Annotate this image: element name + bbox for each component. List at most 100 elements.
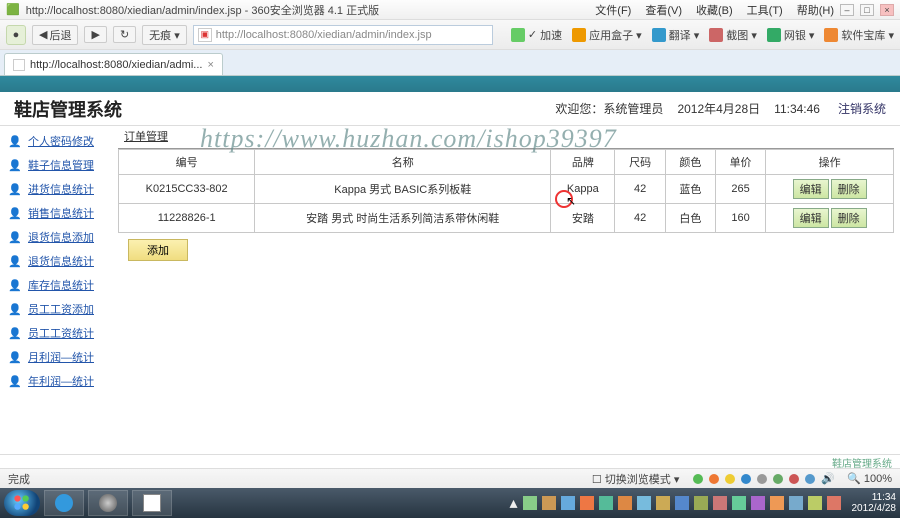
column-header: 品牌 <box>551 150 615 175</box>
sidebar-item-icon: 👤 <box>6 324 24 342</box>
window-close[interactable]: × <box>880 4 894 16</box>
time-text: 11:34:46 <box>774 102 820 116</box>
sidebar-item-2[interactable]: 👤进货信息统计 <box>6 178 118 200</box>
window-restore[interactable]: □ <box>860 4 874 16</box>
tray-arrow-icon[interactable]: ▴ <box>509 493 517 513</box>
forward-button[interactable]: ▶ <box>84 26 106 43</box>
sidebar-item-icon: 👤 <box>6 156 24 174</box>
translate-link[interactable]: 翻译 ▾ <box>652 27 700 43</box>
appbox-link[interactable]: 应用盒子 ▾ <box>572 27 642 43</box>
softstore-icon <box>824 28 838 42</box>
address-bar[interactable]: ▣ http://localhost:8080/xiedian/admin/in… <box>193 25 493 45</box>
jiasu-link[interactable]: ✓加速 <box>511 27 562 43</box>
welcome-text: 欢迎您：系统管理员 <box>555 100 663 117</box>
taskbar-app-1[interactable] <box>44 490 84 516</box>
cell-brand: 安踏 <box>551 204 615 233</box>
menu-view[interactable]: 查看(V) <box>645 2 682 18</box>
sidebar-item-label: 员工工资统计 <box>28 325 94 341</box>
add-button[interactable]: 添加 <box>128 239 188 261</box>
sidebar-item-3[interactable]: 👤销售信息统计 <box>6 202 118 224</box>
sidebar-item-0[interactable]: 👤个人密码修改 <box>6 130 118 152</box>
status-icon-5[interactable] <box>757 474 767 484</box>
mode-dropdown[interactable]: 无痕 ▾ <box>142 25 187 45</box>
sidebar: 👤个人密码修改👤鞋子信息管理👤进货信息统计👤销售信息统计👤退货信息添加👤退货信息… <box>0 126 118 454</box>
softstore-link[interactable]: 软件宝库 ▾ <box>824 27 894 43</box>
sidebar-item-4[interactable]: 👤退货信息添加 <box>6 226 118 248</box>
status-mode-toggle[interactable]: ☐ 切换浏览模式 ▾ <box>592 471 680 487</box>
netbank-link[interactable]: 网银 ▾ <box>767 27 815 43</box>
status-done: 完成 <box>8 471 30 487</box>
tab-active[interactable]: http://localhost:8080/xiedian/admi... × <box>4 53 223 75</box>
column-header: 颜色 <box>665 150 715 175</box>
cell-color: 蓝色 <box>665 175 715 204</box>
sidebar-item-1[interactable]: 👤鞋子信息管理 <box>6 154 118 176</box>
sidebar-item-icon: 👤 <box>6 180 24 198</box>
start-button[interactable] <box>4 490 40 516</box>
status-icon-1[interactable] <box>693 474 703 484</box>
tab-strip: http://localhost:8080/xiedian/admi... × <box>0 50 900 76</box>
status-icon-2[interactable] <box>709 474 719 484</box>
sidebar-item-icon: 👤 <box>6 276 24 294</box>
panel-title: 订单管理 <box>118 126 894 149</box>
appbox-icon <box>572 28 586 42</box>
sidebar-item-label: 销售信息统计 <box>28 205 94 221</box>
sidebar-item-5[interactable]: 👤退货信息统计 <box>6 250 118 272</box>
logout-link[interactable]: 注销系统 <box>838 100 886 117</box>
cell-ops: 编辑删除 <box>766 204 894 233</box>
taskbar: ▴ 11:342012/4/28 <box>0 488 900 518</box>
column-header: 名称 <box>255 150 551 175</box>
sidebar-item-8[interactable]: 👤员工工资统计 <box>6 322 118 344</box>
sidebar-item-10[interactable]: 👤年利润—统计 <box>6 370 118 392</box>
content-area: 订单管理 编号名称品牌尺码颜色单价操作 K0215CC33-802Kappa 男… <box>118 126 900 454</box>
back-button[interactable]: ◀ 后退 <box>32 25 78 45</box>
menu-help[interactable]: 帮助(H) <box>797 2 834 18</box>
sidebar-item-icon: 👤 <box>6 228 24 246</box>
sidebar-item-9[interactable]: 👤月利润—统计 <box>6 346 118 368</box>
cell-price: 160 <box>715 204 765 233</box>
edit-button[interactable]: 编辑 <box>793 208 829 228</box>
tab-close-icon[interactable]: × <box>207 59 213 71</box>
reload-button[interactable]: ↻ <box>113 26 136 43</box>
sidebar-item-label: 退货信息添加 <box>28 229 94 245</box>
taskbar-app-3[interactable] <box>132 490 172 516</box>
translate-icon <box>652 28 666 42</box>
cell-price: 265 <box>715 175 765 204</box>
zoom-indicator[interactable]: 🔍 100% <box>847 472 892 485</box>
sidebar-item-label: 月利润—统计 <box>28 349 94 365</box>
sidebar-item-label: 年利润—统计 <box>28 373 94 389</box>
cell-size: 42 <box>615 204 665 233</box>
table-row: 11228826-1安踏 男式 时尚生活系列简洁系带休闲鞋安踏42白色160编辑… <box>119 204 894 233</box>
taskbar-clock[interactable]: 11:342012/4/28 <box>852 492 897 514</box>
taskbar-app-2[interactable] <box>88 490 128 516</box>
sidebar-item-icon: 👤 <box>6 372 24 390</box>
sidebar-item-label: 员工工资添加 <box>28 301 94 317</box>
delete-button[interactable]: 删除 <box>831 179 867 199</box>
status-icon-3[interactable] <box>725 474 735 484</box>
column-header: 操作 <box>766 150 894 175</box>
menu-fav[interactable]: 收藏(B) <box>696 2 733 18</box>
url-text: http://localhost:8080/xiedian/admin/inde… <box>216 29 432 41</box>
sidebar-item-label: 个人密码修改 <box>28 133 94 149</box>
status-icon-6[interactable] <box>773 474 783 484</box>
status-icon-8[interactable] <box>805 474 815 484</box>
sidebar-item-7[interactable]: 👤员工工资添加 <box>6 298 118 320</box>
browser-toolbar: ● ◀ 后退 ▶ ↻ 无痕 ▾ ▣ http://localhost:8080/… <box>0 20 900 50</box>
sidebar-item-6[interactable]: 👤库存信息统计 <box>6 274 118 296</box>
screenshot-link[interactable]: 截图 ▾ <box>709 27 757 43</box>
orders-table: 编号名称品牌尺码颜色单价操作 K0215CC33-802Kappa 男式 BAS… <box>118 149 894 233</box>
status-sound-icon[interactable]: 🔊 <box>821 472 835 485</box>
window-minimize[interactable]: – <box>840 4 854 16</box>
column-header: 尺码 <box>615 150 665 175</box>
delete-button[interactable]: 删除 <box>831 208 867 228</box>
cell-size: 42 <box>615 175 665 204</box>
status-icon-4[interactable] <box>741 474 751 484</box>
menu-file[interactable]: 文件(F) <box>595 2 631 18</box>
page-icon: ▣ <box>198 28 212 42</box>
edit-button[interactable]: 编辑 <box>793 179 829 199</box>
window-title: http://localhost:8080/xiedian/admin/inde… <box>26 2 379 18</box>
menu-tools[interactable]: 工具(T) <box>747 2 783 18</box>
status-icon-7[interactable] <box>789 474 799 484</box>
netbank-icon <box>767 28 781 42</box>
sidebar-item-label: 鞋子信息管理 <box>28 157 94 173</box>
window-titlebar: 🟩 http://localhost:8080/xiedian/admin/in… <box>0 0 900 20</box>
